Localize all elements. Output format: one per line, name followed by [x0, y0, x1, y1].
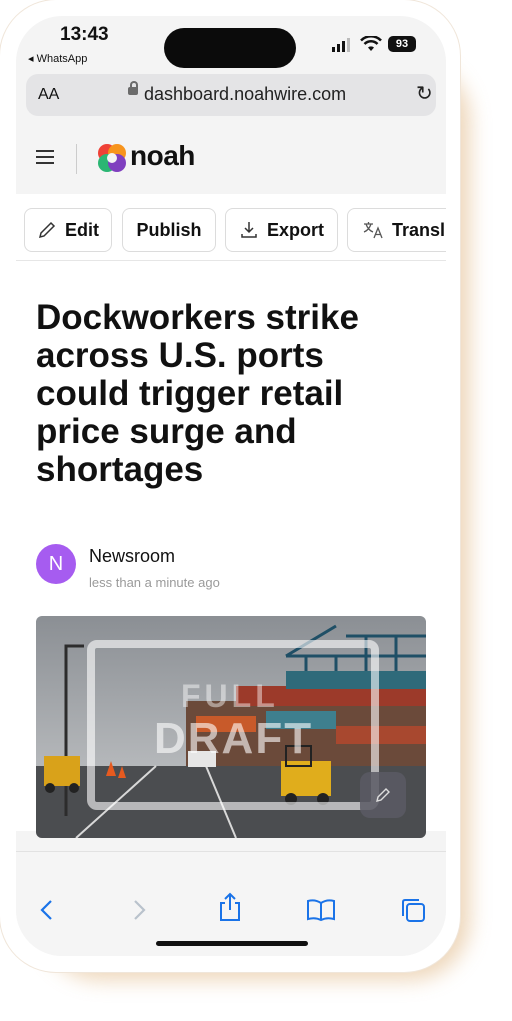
lock-icon [128, 81, 138, 95]
address-bar[interactable]: AA dashboard.noahwire.com ↻ [26, 74, 436, 116]
wifi-icon [360, 36, 382, 51]
export-button[interactable]: Export [225, 208, 338, 252]
author-avatar: N [36, 544, 76, 584]
article-timestamp: less than a minute ago [89, 575, 220, 590]
battery-indicator: 93 [388, 36, 416, 52]
url-text[interactable]: dashboard.noahwire.com [144, 84, 346, 105]
text-size-button[interactable]: AA [38, 86, 59, 104]
phone-frame: 13:43 ◂ WhatsApp 93 AA dashboard.noahwir… [0, 0, 460, 972]
publish-label: Publish [136, 219, 202, 240]
image-overlay-full: FULL [181, 678, 279, 714]
brand-name[interactable]: noah [130, 140, 195, 172]
edit-label: Edit [65, 219, 99, 240]
edit-button[interactable]: Edit [24, 208, 112, 252]
article-content: Dockworkers strike across U.S. ports cou… [16, 261, 446, 838]
share-icon[interactable] [217, 892, 243, 922]
header-divider [76, 144, 77, 174]
noah-logo-icon[interactable] [96, 142, 128, 174]
download-icon [241, 222, 257, 238]
article-image[interactable]: FULL DRAFT [36, 616, 426, 838]
article-headline: Dockworkers strike across U.S. ports cou… [36, 298, 359, 489]
dynamic-island [164, 28, 296, 68]
status-bar: 13:43 ◂ WhatsApp 93 [16, 16, 446, 72]
image-overlay-draft: DRAFT [154, 714, 314, 763]
edit-image-button[interactable] [360, 772, 406, 818]
back-to-app-link[interactable]: ◂ WhatsApp [28, 52, 87, 65]
export-label: Export [266, 219, 324, 240]
translate-button[interactable]: Transl [347, 208, 446, 252]
translate-label: Transl [392, 219, 446, 240]
bookmarks-icon[interactable] [306, 898, 336, 922]
reload-icon[interactable]: ↻ [416, 81, 433, 106]
hamburger-icon[interactable] [36, 150, 54, 164]
tabs-icon[interactable] [399, 896, 427, 924]
article-toolbar: Edit Publish Export Transl [16, 194, 446, 261]
translate-icon [363, 222, 383, 239]
site-header: noah [16, 124, 446, 195]
back-icon[interactable] [38, 898, 54, 922]
cellular-signal-icon [332, 38, 350, 52]
pencil-icon [38, 221, 56, 239]
phone-screen: 13:43 ◂ WhatsApp 93 AA dashboard.noahwir… [16, 16, 446, 956]
status-time: 13:43 [60, 24, 109, 45]
home-indicator [156, 941, 308, 946]
pencil-icon [376, 788, 390, 802]
publish-button[interactable]: Publish [122, 208, 216, 252]
forward-icon[interactable] [132, 898, 148, 922]
author-name: Newsroom [89, 546, 176, 566]
